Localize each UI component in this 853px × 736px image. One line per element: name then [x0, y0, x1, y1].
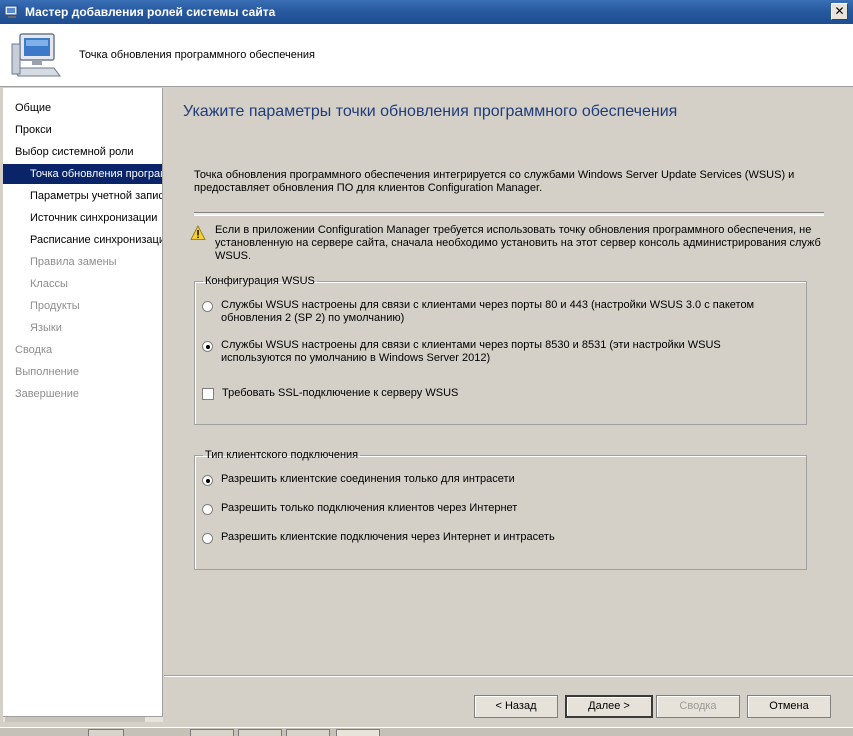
ssl-required-option[interactable]: Требовать SSL-подключение к серверу WSUS	[202, 387, 762, 400]
taskbar-item[interactable]	[190, 729, 234, 736]
nav-item-completion: Завершение	[15, 388, 79, 400]
wsus-option-port-80-443-label: Службы WSUS настроены для связи с клиент…	[221, 299, 755, 324]
nav-item-role-selection[interactable]: Выбор системной роли	[3, 142, 162, 162]
nav-item-sync-source[interactable]: Источник синхронизации	[3, 208, 162, 228]
nav-item-sync-schedule[interactable]: Расписание синхронизаци	[3, 230, 162, 250]
intro-text: Точка обновления программного обеспечени…	[194, 169, 795, 194]
warning-icon	[190, 225, 206, 240]
nav-item-supersedence-rules: Правила замены	[30, 256, 117, 268]
client-connection-legend: Тип клиентского подключения	[205, 449, 359, 461]
wsus-config-legend: Конфигурация WSUS	[205, 275, 315, 287]
header-title: Точка обновления программного обеспечени…	[79, 49, 316, 61]
client-option-internet[interactable]: Разрешить только подключения клиентов че…	[202, 502, 762, 515]
client-option-both-label: Разрешить клиентские подключения через И…	[221, 531, 555, 543]
nav-item-general[interactable]: Общие	[3, 98, 162, 118]
ssl-required-checkbox[interactable]	[202, 388, 214, 400]
nav-item-classifications: Классы	[30, 278, 68, 290]
taskbar-item[interactable]	[238, 729, 282, 736]
client-option-intranet-label: Разрешить клиентские соединения только д…	[221, 473, 515, 485]
warning-text: Если в приложении Configuration Manager …	[215, 224, 821, 262]
computer-icon	[11, 33, 61, 77]
close-icon: ✕	[834, 4, 845, 18]
nav-item-proxy[interactable]: Прокси	[3, 120, 162, 140]
taskbar	[0, 727, 853, 736]
wizard-nav: Общие Прокси Выбор системной роли Точка …	[3, 88, 163, 720]
nav-item-languages: Языки	[30, 322, 62, 334]
wsus-option-port-8530-8531-label: Службы WSUS настроены для связи с клиент…	[221, 339, 721, 364]
wsus-option-port-80-443[interactable]: Службы WSUS настроены для связи с клиент…	[202, 299, 762, 325]
radio-internet-only[interactable]	[202, 504, 213, 515]
taskbar-item-active[interactable]	[336, 729, 380, 736]
wsus-option-port-8530-8531[interactable]: Службы WSUS настроены для связи с клиент…	[202, 339, 762, 365]
nav-item-progress: Выполнение	[15, 366, 80, 378]
ssl-required-label: Требовать SSL-подключение к серверу WSUS	[222, 387, 459, 399]
close-button[interactable]: ✕	[831, 3, 848, 20]
footer-divider	[164, 675, 853, 677]
nav-item-software-update-point[interactable]: Точка обновления програм	[3, 164, 162, 184]
app-icon	[4, 5, 18, 18]
client-option-both[interactable]: Разрешить клиентские подключения через И…	[202, 531, 762, 544]
summary-button: Сводка	[656, 695, 740, 718]
taskbar-item[interactable]	[286, 729, 330, 736]
nav-item-account-settings[interactable]: Параметры учетной запис	[3, 186, 162, 206]
client-option-intranet[interactable]: Разрешить клиентские соединения только д…	[202, 473, 762, 486]
divider	[194, 212, 824, 216]
radio-internet-and-intranet[interactable]	[202, 533, 213, 544]
next-button[interactable]: Далее >	[565, 695, 653, 718]
wizard-header: Точка обновления программного обеспечени…	[0, 24, 853, 87]
taskbar-item[interactable]	[88, 729, 124, 736]
back-button[interactable]: < Назад	[474, 695, 558, 718]
nav-scrollbar-thumb[interactable]	[5, 717, 145, 722]
window-title: Мастер добавления ролей системы сайта	[25, 5, 276, 19]
nav-scrollbar[interactable]	[3, 716, 163, 722]
nav-item-summary: Сводка	[15, 344, 53, 356]
title-bar: Мастер добавления ролей системы сайта ✕	[0, 0, 853, 24]
page-heading: Укажите параметры точки обновления прогр…	[183, 103, 678, 120]
nav-item-products: Продукты	[30, 300, 80, 312]
cancel-button[interactable]: Отмена	[747, 695, 831, 718]
wizard-page: Укажите параметры точки обновления прогр…	[164, 88, 853, 674]
client-option-internet-label: Разрешить только подключения клиентов че…	[221, 502, 518, 514]
radio-intranet-only[interactable]	[202, 475, 213, 486]
radio-port-80-443[interactable]	[202, 301, 213, 312]
radio-port-8530-8531[interactable]	[202, 341, 213, 352]
